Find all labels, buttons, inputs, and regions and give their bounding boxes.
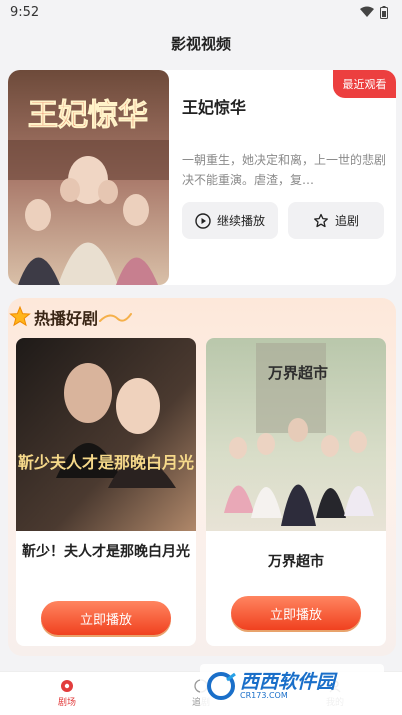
recent-badge: 最近观看 [333,70,396,98]
recent-poster[interactable]: 王妃惊华 [8,70,169,285]
page-title: 影视视频 [170,34,231,53]
drama-title: 万界超市 [268,554,324,570]
drama-poster[interactable]: 靳少夫人才是那晚白月光 [16,338,196,531]
recent-description: 一朝重生，她决定和离，上一世的悲剧决不能重演。虐渣，复… [182,153,387,187]
theater-icon [61,680,73,692]
status-icons [360,5,388,19]
drama-poster[interactable]: 万界超市 [206,338,386,531]
drama-title: 靳少！夫人才是那晚白月光 [22,544,190,560]
drama-card[interactable]: 靳少夫人才是那晚白月光 靳少！夫人才是那晚白月光 立即播放 [16,338,196,646]
play-now-button[interactable]: 立即播放 [41,601,171,635]
status-bar: 9:52 [0,0,402,24]
status-time: 9:52 [10,4,40,20]
star-icon [314,213,328,227]
continue-label: 继续播放 [216,214,265,228]
hot-dramas-section: 热播好剧 靳少夫人才是那晚白月光 靳少！夫人才是那晚白月光 立即播放 万界超市 … [8,298,396,656]
drama-card[interactable]: 万界超市 万界超市 立即播放 [206,338,386,646]
watermark-site: CR173.COM [240,690,288,700]
recent-title: 王妃惊华 [182,98,247,117]
hot-header: 热播好剧 [8,302,134,332]
drama-poster-title-2: 万界超市 [267,364,328,382]
drama-poster-image-1: 靳少夫人才是那晚白月光 [16,338,196,531]
hot-title: 热播好剧 [34,309,99,328]
nav-label-theater: 剧场 [57,698,76,708]
watermark: 西西软件园 CR173.COM [200,664,384,708]
follow-label: 追剧 [334,214,359,228]
continue-button[interactable]: 继续播放 [182,202,278,239]
star-badge-icon [9,305,31,327]
wifi-icon [360,6,374,17]
recent-watch-card[interactable]: 王妃惊华 最近观看 王妃惊华 一朝重生，她决定和离，上一世的悲剧决不能重演。虐渣… [8,70,396,285]
drama-poster-image-2: 万界超市 [206,338,386,531]
recent-poster-image: 王妃惊华 [8,70,169,285]
battery-icon [380,5,388,19]
recent-poster-title: 王妃惊华 [28,98,148,133]
follow-button[interactable]: 追剧 [288,202,384,239]
nav-item-theater[interactable]: 剧场 [0,672,134,715]
watermark-text: 西西软件园 [240,670,336,693]
play-circle-icon [195,212,211,229]
play-now-button[interactable]: 立即播放 [231,596,361,630]
swirl-decoration-icon [99,313,133,322]
drama-poster-title-1: 靳少夫人才是那晚白月光 [18,453,194,472]
watermark-logo-icon [207,672,236,700]
app-header: 影视视频 [0,24,402,62]
